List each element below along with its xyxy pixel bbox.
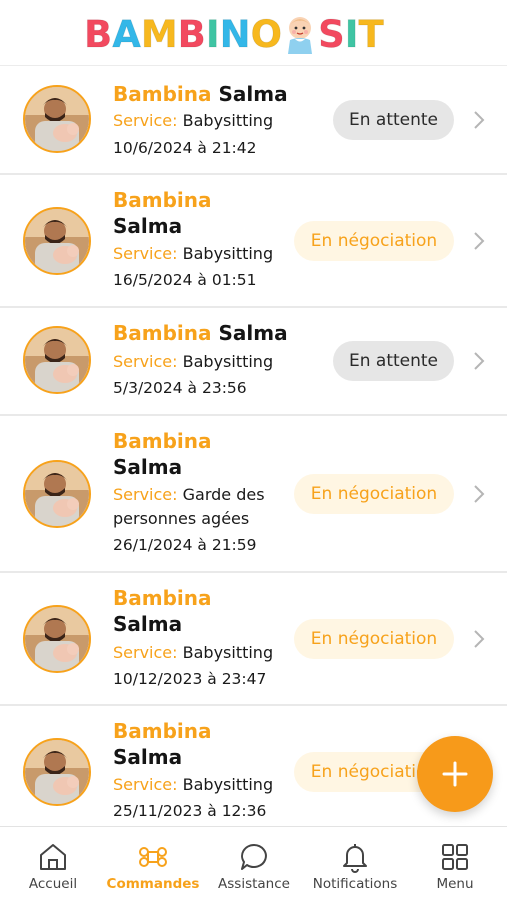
logo-letter: N xyxy=(219,12,251,56)
client-name: Bambina Salma xyxy=(113,718,233,770)
service-line: Service: Babysitting xyxy=(113,109,283,133)
client-first-name: Bambina xyxy=(113,429,212,453)
client-avatar xyxy=(23,738,91,806)
nav-label: Assistance xyxy=(218,876,290,892)
chevron-right-icon[interactable] xyxy=(472,231,486,251)
chat-bubble-icon xyxy=(241,844,267,870)
client-last-name: Salma xyxy=(218,82,288,106)
status-badge: En attente xyxy=(333,341,454,381)
home-icon xyxy=(40,844,66,870)
order-row[interactable]: Bambina Salma Service: Babysitting 10/12… xyxy=(0,573,507,706)
nav-label: Accueil xyxy=(28,876,78,892)
service-value: Babysitting xyxy=(182,244,274,263)
order-date: 10/6/2024 à 21:42 xyxy=(113,139,257,157)
logo-letter: B xyxy=(83,12,113,56)
order-row[interactable]: Bambina Salma Service: Babysitting 5/3/2… xyxy=(0,308,507,416)
logo-letter: A xyxy=(112,12,142,56)
nav-item-commandes[interactable]: Commandes xyxy=(106,827,200,900)
chevron-right-icon[interactable] xyxy=(472,484,486,504)
client-avatar xyxy=(23,326,91,394)
service-line: Service: Babysitting xyxy=(113,350,283,374)
client-name: Bambina Salma xyxy=(113,81,303,107)
baby-mascot-icon xyxy=(284,14,316,54)
plus-icon xyxy=(442,761,468,787)
client-first-name: Bambina xyxy=(113,188,212,212)
command-icon xyxy=(139,846,167,868)
order-date: 25/11/2023 à 12:36 xyxy=(113,802,267,820)
chevron-right-icon[interactable] xyxy=(472,351,486,371)
client-last-name: Salma xyxy=(113,612,183,636)
client-avatar xyxy=(23,460,91,528)
client-avatar xyxy=(23,605,91,673)
status-badge: En négociation xyxy=(294,221,454,261)
logo-letter: I xyxy=(205,12,220,56)
service-label: Service: xyxy=(113,244,178,263)
status-badge: En négociation xyxy=(294,474,454,514)
client-name: Bambina Salma xyxy=(113,428,233,480)
client-last-name: Salma xyxy=(218,321,288,345)
service-value: Babysitting xyxy=(182,775,274,794)
bottom-nav: Accueil Commandes Assistance Notificatio… xyxy=(0,826,507,900)
nav-item-accueil[interactable]: Accueil xyxy=(18,827,88,900)
grid-icon xyxy=(442,844,468,870)
nav-item-assistance[interactable]: Assistance xyxy=(212,827,296,900)
client-avatar xyxy=(23,207,91,275)
client-avatar xyxy=(23,85,91,153)
nav-label: Menu xyxy=(436,876,474,892)
nav-label: Commandes xyxy=(106,876,200,892)
client-last-name: Salma xyxy=(113,455,183,479)
chevron-right-icon[interactable] xyxy=(472,629,486,649)
service-label: Service: xyxy=(113,643,178,662)
client-first-name: Bambina xyxy=(113,586,212,610)
nav-label: Notifications xyxy=(312,876,398,892)
service-label: Service: xyxy=(113,111,178,130)
add-order-button[interactable] xyxy=(417,736,493,812)
service-line: Service: Babysitting xyxy=(113,641,283,665)
service-label: Service: xyxy=(113,775,178,794)
logo-letter: T xyxy=(358,12,384,56)
client-name: Bambina Salma xyxy=(113,585,233,637)
order-date: 16/5/2024 à 01:51 xyxy=(113,271,257,289)
status-badge: En négociation xyxy=(294,619,454,659)
order-row[interactable]: Bambina Salma Service: Babysitting 10/6/… xyxy=(0,67,507,175)
order-date: 5/3/2024 à 23:56 xyxy=(113,379,247,397)
status-badge: En attente xyxy=(333,100,454,140)
service-value: Babysitting xyxy=(182,643,274,662)
service-line: Service: Garde des personnes agées xyxy=(113,483,288,531)
client-name: Bambina Salma xyxy=(113,187,233,239)
client-last-name: Salma xyxy=(113,214,183,238)
client-last-name: Salma xyxy=(113,745,183,769)
client-name: Bambina Salma xyxy=(113,320,303,346)
logo-letter: M xyxy=(140,12,178,56)
logo-letter: I xyxy=(344,12,359,56)
chevron-right-icon[interactable] xyxy=(472,110,486,130)
order-row[interactable]: Bambina Salma Service: Garde des personn… xyxy=(0,416,507,573)
logo-letter: S xyxy=(318,12,346,56)
bell-icon xyxy=(343,844,367,873)
service-label: Service: xyxy=(113,485,178,504)
client-first-name: Bambina xyxy=(113,321,212,345)
client-first-name: Bambina xyxy=(113,719,212,743)
order-row[interactable]: Bambina Salma Service: Babysitting 16/5/… xyxy=(0,175,507,308)
service-value: Babysitting xyxy=(182,111,274,130)
bambinosit-logo: B A M B I N O S I T xyxy=(83,10,384,58)
service-value: Babysitting xyxy=(182,352,274,371)
nav-item-menu[interactable]: Menu xyxy=(420,827,490,900)
logo-letter: O xyxy=(250,12,283,56)
app-header: B A M B I N O S I T xyxy=(0,0,507,66)
order-date: 26/1/2024 à 21:59 xyxy=(113,536,257,554)
service-line: Service: Babysitting xyxy=(113,242,283,266)
nav-item-notifications[interactable]: Notifications xyxy=(308,827,402,900)
logo-letter: B xyxy=(177,12,206,56)
client-first-name: Bambina xyxy=(113,82,212,106)
orders-list: Bambina Salma Service: Babysitting 10/6/… xyxy=(0,67,507,825)
order-date: 10/12/2023 à 23:47 xyxy=(113,670,267,688)
service-line: Service: Babysitting xyxy=(113,773,283,797)
service-label: Service: xyxy=(113,352,178,371)
